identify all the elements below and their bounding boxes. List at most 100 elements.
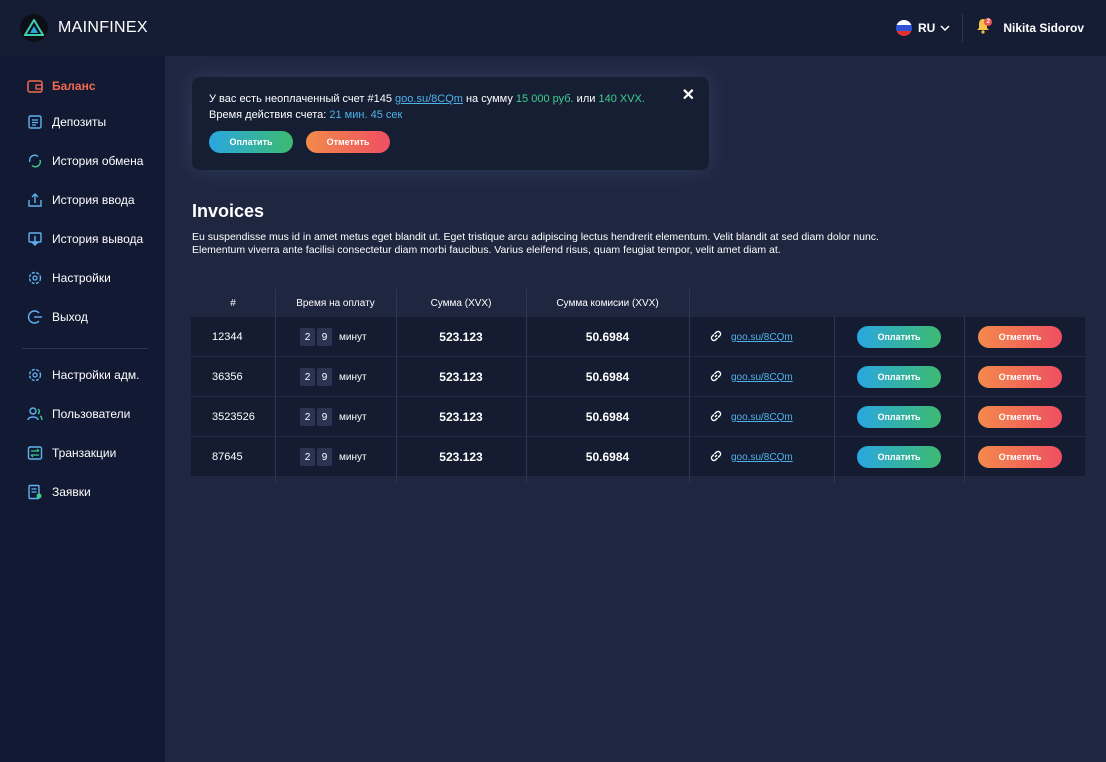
invoice-id: 36356 [212,371,243,383]
logout-icon [26,308,44,326]
cancel-cell: Отметить [978,317,1062,357]
download-icon [26,230,44,248]
column-divider [964,317,965,483]
invoice-link[interactable]: goo.su/8CQm [709,397,793,437]
sidebar-divider [22,348,148,349]
invoice-link[interactable]: goo.su/8CQm [709,437,793,477]
upload-icon [26,191,44,209]
sidebar-item-transactions[interactable]: Транзакции [26,443,116,463]
exchange-icon [26,152,44,170]
users-icon [26,405,44,423]
pay-cell: Оплатить [857,397,941,437]
invoice-fee: 50.6984 [585,330,630,344]
sidebar-item-label: Баланс [52,79,96,93]
invoice-link-text[interactable]: goo.su/8CQm [731,412,793,423]
sidebar-item-withdraw-history[interactable]: История вывода [26,229,143,249]
alert-amount-rub: 15 000 руб. [515,93,574,105]
invoice-sum: 523.123 [439,450,483,464]
column-divider [689,289,690,483]
alert-timer: Время действия счета: 21 мин. 45 сек [209,109,402,121]
sidebar-item-label: История вывода [52,232,144,246]
column-header-fee: Сумма комисии (XVX) [556,297,659,309]
payment-time: 2 9 минут [300,317,367,357]
invoice-link-text[interactable]: goo.su/8CQm [731,452,793,463]
time-unit: минут [339,411,367,423]
invoice-link-text[interactable]: goo.su/8CQm [731,332,793,343]
alert-text: или [576,93,596,105]
close-icon[interactable]: ✕ [682,85,695,105]
pay-button[interactable]: Оплатить [857,446,941,468]
sidebar-item-admin-settings[interactable]: Настройки адм. [26,365,139,385]
alert-amount-xvx: 140 XVX. [598,93,645,105]
language-selector[interactable]: RU [895,20,950,36]
payment-time: 2 9 минут [300,397,367,437]
column-header-time: Время на оплату [296,297,375,309]
cancel-button[interactable]: Отметить [978,326,1062,348]
alert-cancel-button[interactable]: Отметить [306,131,390,153]
time-unit: минут [339,451,367,463]
page-description: Eu suspendisse mus id in amet metus eget… [192,231,879,256]
cancel-button[interactable]: Отметить [978,446,1062,468]
pay-button[interactable]: Оплатить [857,326,941,348]
alert-invoice-link[interactable]: goo.su/8CQm [395,93,463,105]
alert-timer-label: Время действия счета: [209,109,327,121]
sidebar-item-label: История ввода [52,193,135,207]
payment-time: 2 9 минут [300,437,367,477]
sidebar-item-label: Настройки адм. [52,368,140,382]
column-header-sum: Сумма (XVX) [430,297,492,309]
pay-cell: Оплатить [857,437,941,477]
logo[interactable]: MAINFINEX [20,14,148,42]
sidebar: Баланс Депозиты История обмена История в… [0,56,165,762]
time-digit: 9 [317,408,332,426]
invoice-id: 87645 [212,451,243,463]
alert-pay-button[interactable]: Оплатить [209,131,293,153]
sidebar-item-exchange-history[interactable]: История обмена [26,151,143,171]
logo-icon [20,14,48,42]
table-body: 12344 2 9 минут 523.123 50.6984 goo.su/8… [191,317,1085,477]
sidebar-item-requests[interactable]: Заявки [26,482,91,502]
app-name: MAINFINEX [58,19,148,36]
sidebar-item-label: Транзакции [52,446,117,460]
column-divider [834,317,835,483]
user-name[interactable]: Nikita Sidorov [1003,21,1084,35]
transactions-icon [26,444,44,462]
link-icon [709,329,723,346]
time-digit: 9 [317,368,332,386]
pay-cell: Оплатить [857,357,941,397]
sidebar-item-label: История обмена [52,154,144,168]
time-digit: 9 [317,328,332,346]
invoice-link-text[interactable]: goo.su/8CQm [731,372,793,383]
alert-text: У вас есть неоплаченный счет #145 [209,93,392,105]
time-unit: минут [339,371,367,383]
notifications-button[interactable]: 2 [973,18,993,38]
sidebar-item-deposit-history[interactable]: История ввода [26,190,135,210]
cancel-button[interactable]: Отметить [978,366,1062,388]
table-header: # Время на оплату Сумма (XVX) Сумма коми… [191,289,1085,317]
column-divider [275,289,276,483]
column-divider [526,289,527,483]
cancel-button[interactable]: Отметить [978,406,1062,428]
alert-text: на сумму [465,93,513,105]
header-divider [962,14,964,42]
invoice-link[interactable]: goo.su/8CQm [709,357,793,397]
sidebar-item-balance[interactable]: Баланс [26,76,96,96]
sidebar-item-settings[interactable]: Настройки [26,268,111,288]
sidebar-item-label: Выход [52,310,88,324]
invoice-fee: 50.6984 [585,450,630,464]
pay-button[interactable]: Оплатить [857,406,941,428]
sidebar-item-users[interactable]: Пользователи [26,404,130,424]
time-digit: 2 [300,368,315,386]
table-row: 3523526 2 9 минут 523.123 50.6984 goo.su… [191,397,1085,437]
invoice-link[interactable]: goo.su/8CQm [709,317,793,357]
wallet-icon [26,77,44,95]
time-unit: минут [339,331,367,343]
sidebar-item-label: Депозиты [52,115,107,129]
sidebar-item-deposits[interactable]: Депозиты [26,112,106,132]
time-digit: 9 [317,448,332,466]
sidebar-item-logout[interactable]: Выход [26,307,88,327]
unpaid-invoice-alert: У вас есть неоплаченный счет #145 goo.su… [192,77,709,170]
invoice-sum: 523.123 [439,330,483,344]
pay-button[interactable]: Оплатить [857,366,941,388]
table-row: 36356 2 9 минут 523.123 50.6984 goo.su/8… [191,357,1085,397]
column-divider [396,289,397,483]
